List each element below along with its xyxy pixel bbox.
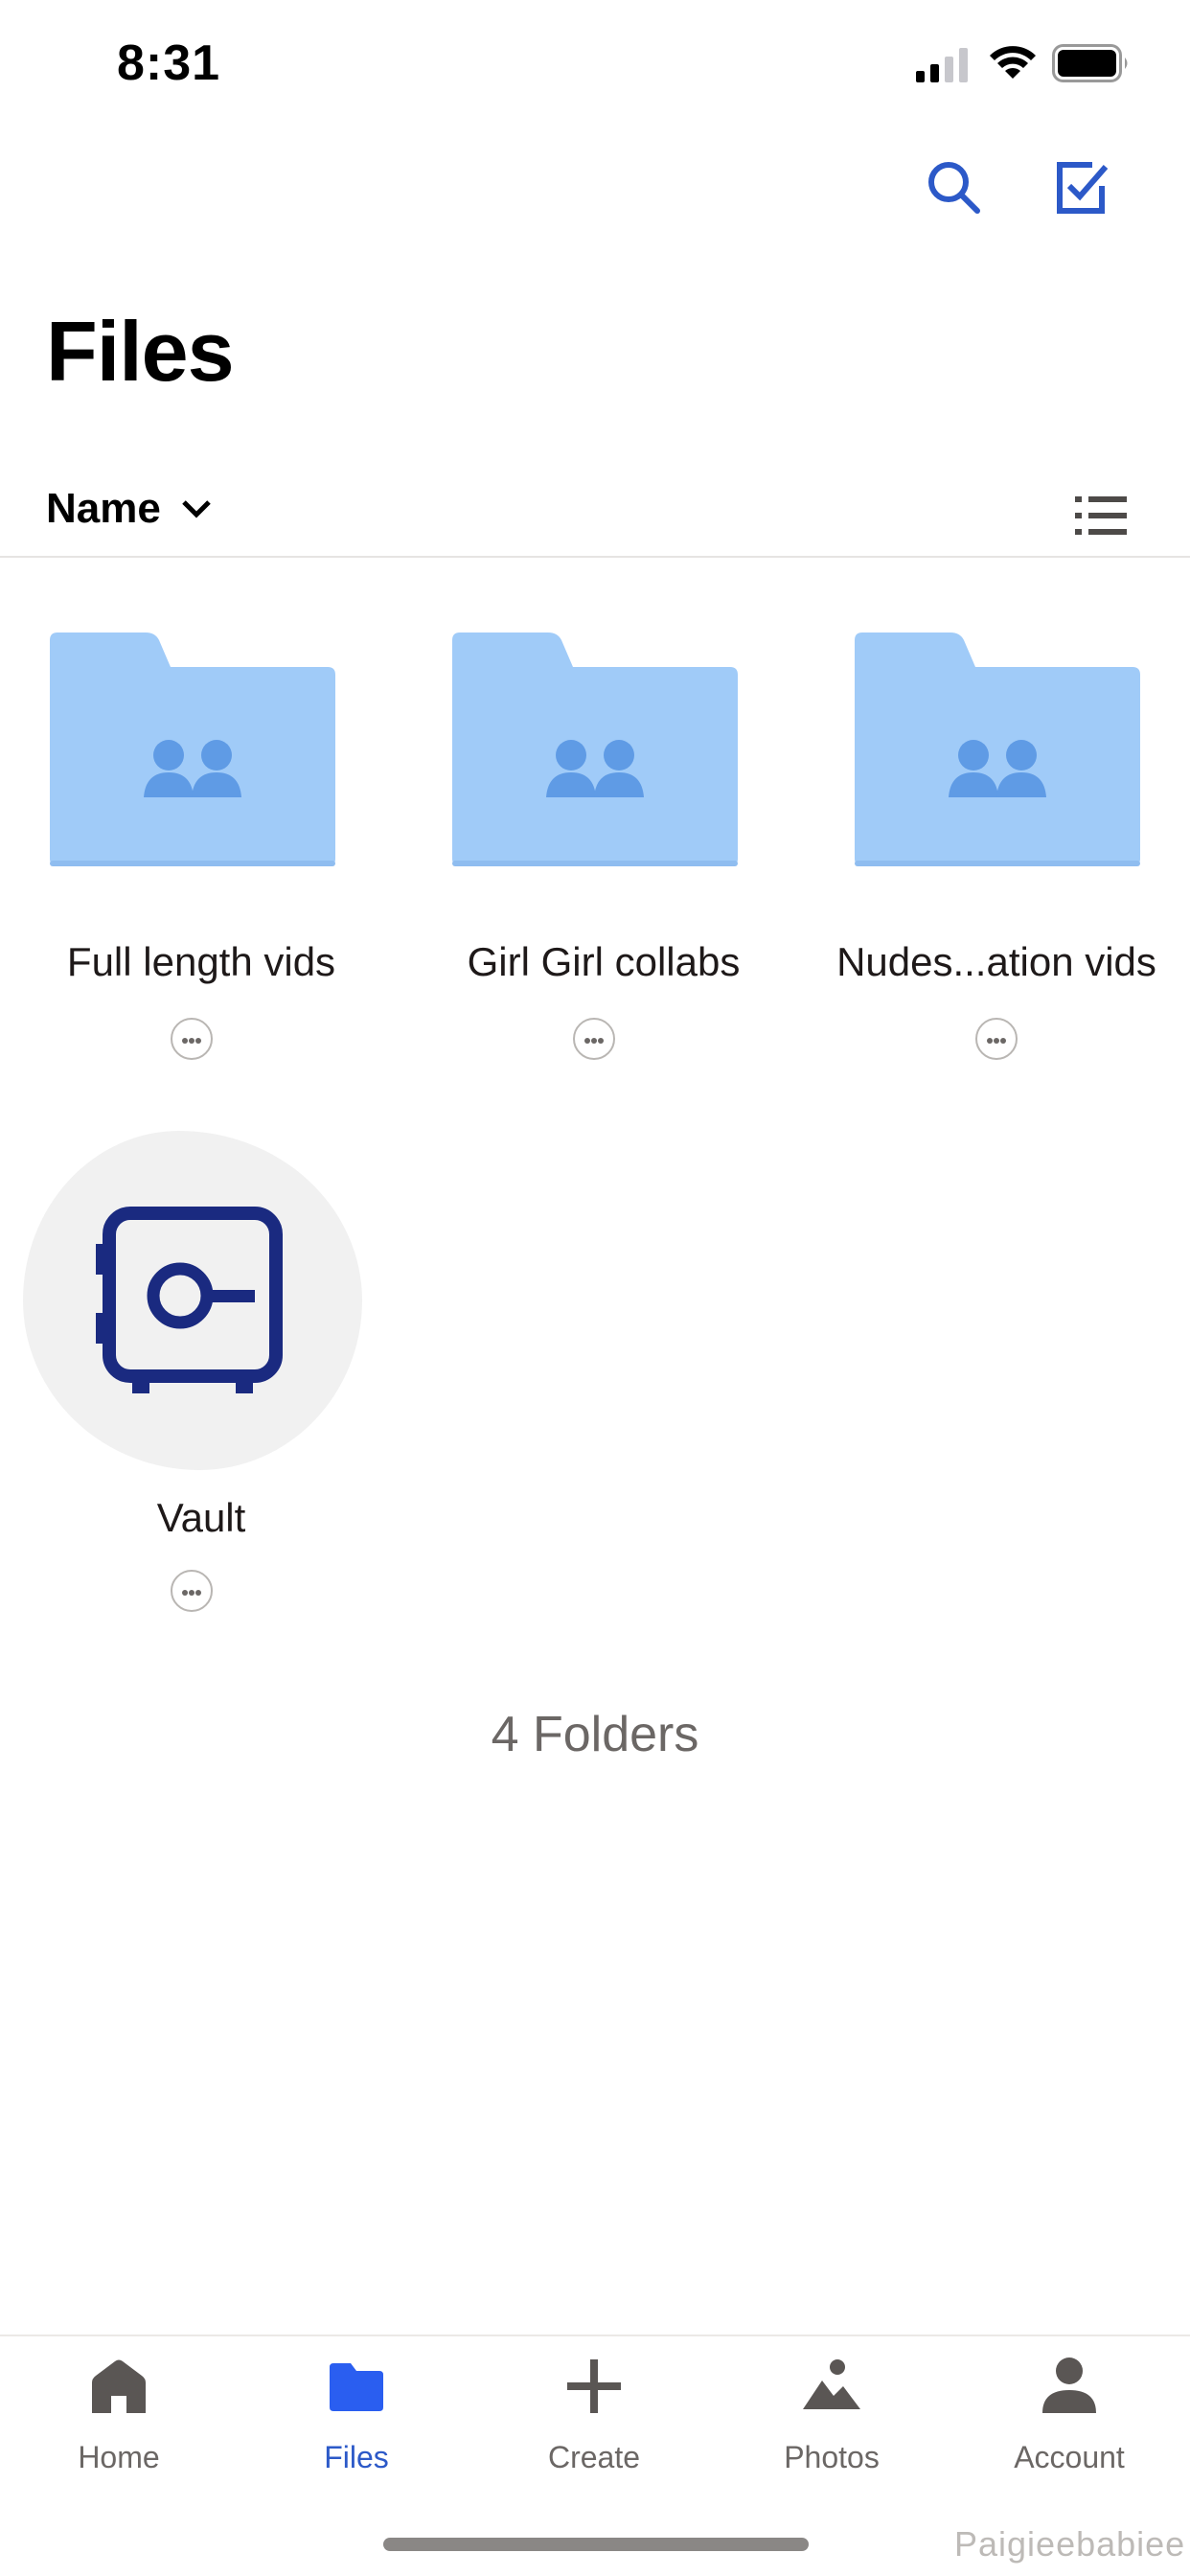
more-options-icon[interactable] (573, 1018, 615, 1060)
page-title: Files (46, 304, 235, 399)
tab-files[interactable]: Files (261, 2354, 452, 2475)
folder-name: Girl Girl collabs (467, 939, 741, 984)
cellular-signal-icon (916, 48, 968, 82)
plus-icon (567, 2359, 621, 2413)
tab-label: Home (78, 2440, 160, 2474)
home-icon (92, 2359, 146, 2413)
header-divider (0, 556, 1190, 558)
tab-home[interactable]: Home (23, 2354, 215, 2475)
folder-count: 4 Folders (491, 1707, 699, 1762)
home-indicator[interactable] (383, 2538, 809, 2551)
shared-folder-icon (855, 632, 1140, 866)
folder-icon (330, 2363, 383, 2411)
watermark: Paigieebabiee (954, 2524, 1186, 2564)
tab-label: Create (547, 2440, 641, 2474)
tab-photos[interactable]: Photos (736, 2354, 927, 2475)
person-icon (1042, 2358, 1096, 2413)
more-options-icon[interactable] (975, 1018, 1018, 1060)
folder-name: Vault (156, 1495, 246, 1540)
battery-icon (1052, 44, 1128, 82)
folder-tile[interactable]: Nudes...ation vids (805, 623, 1188, 1083)
tab-account[interactable]: Account (973, 2354, 1165, 2475)
vault-safe-icon (96, 1207, 283, 1393)
wifi-icon (990, 46, 1036, 79)
folder-tile[interactable]: Girl Girl collabs (402, 623, 805, 1083)
shared-folder-icon (452, 632, 738, 866)
tab-bar-divider (0, 2334, 1190, 2336)
sort-label: Name (46, 485, 161, 532)
shared-folder-icon (50, 632, 335, 866)
list-view-icon[interactable] (1075, 494, 1129, 537)
tab-label: Account (1014, 2440, 1125, 2474)
status-time: 8:31 (117, 35, 221, 91)
chevron-down-icon (182, 500, 211, 518)
folder-tile[interactable]: Full length vids (0, 623, 402, 1083)
tab-label: Files (324, 2440, 389, 2474)
more-options-icon[interactable] (171, 1018, 213, 1060)
photos-icon (803, 2359, 860, 2409)
folder-name: Full length vids (66, 939, 336, 984)
more-options-icon[interactable] (171, 1570, 213, 1612)
folder-name: Nudes...ation vids (836, 939, 1156, 984)
tab-label: Photos (784, 2440, 880, 2474)
select-checkbox-icon[interactable] (1050, 157, 1111, 218)
sort-dropdown[interactable]: Name (46, 485, 213, 533)
tab-create[interactable]: Create (498, 2354, 690, 2475)
search-icon[interactable] (924, 157, 985, 218)
